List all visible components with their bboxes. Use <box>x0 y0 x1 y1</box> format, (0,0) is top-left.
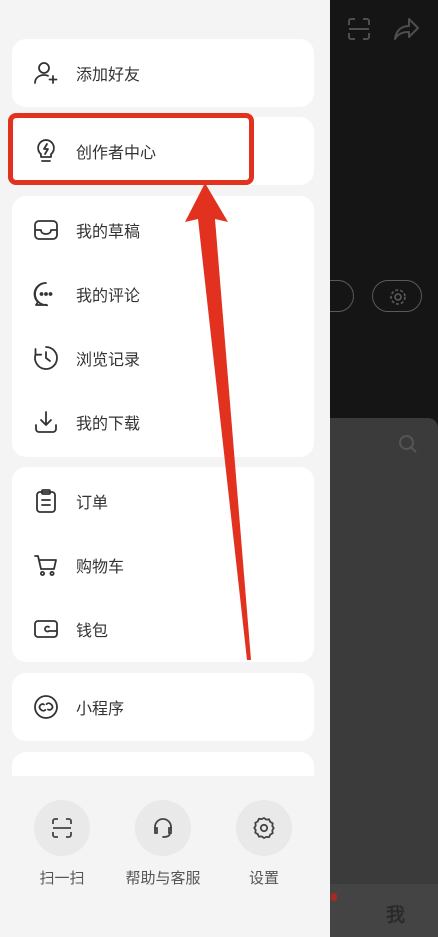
annotation-arrow <box>185 183 251 660</box>
